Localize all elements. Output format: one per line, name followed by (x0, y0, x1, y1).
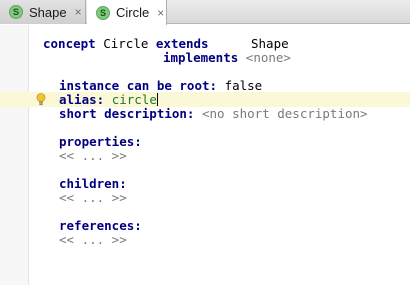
references-placeholder-text[interactable]: << ... >> (59, 232, 127, 247)
alias-line: alias: circle (59, 93, 158, 107)
extends-value[interactable]: Shape (251, 37, 289, 51)
editor-gutter (0, 25, 28, 285)
short-description-value[interactable]: <no short description> (202, 106, 368, 121)
root-label: instance can be root: (59, 78, 218, 93)
children-placeholder-text[interactable]: << ... >> (59, 190, 127, 205)
extends-value-text[interactable]: Shape (251, 36, 289, 51)
root-line: instance can be root: false (59, 79, 262, 93)
properties-label: properties: (59, 134, 142, 149)
implements-keyword: implements (163, 50, 239, 65)
short-description-line: short description: <no short description… (59, 107, 368, 121)
properties-placeholder[interactable]: << ... >> (59, 149, 127, 163)
close-icon[interactable]: × (75, 6, 82, 18)
references-label: references: (59, 218, 142, 233)
concept-keyword: concept (43, 36, 96, 51)
gutter-divider (28, 25, 29, 285)
tab-label: Shape (29, 4, 67, 20)
root-value[interactable]: false (225, 78, 263, 93)
references-section: references: (59, 219, 142, 233)
tab-label: Circle (116, 5, 150, 20)
alias-label: alias: (59, 92, 105, 107)
text-cursor (156, 93, 158, 106)
references-placeholder[interactable]: << ... >> (59, 233, 127, 247)
alias-value[interactable]: circle (112, 92, 157, 107)
properties-section: properties: (59, 135, 142, 149)
short-description-label: short description: (59, 106, 195, 121)
children-label: children: (59, 176, 127, 191)
children-placeholder[interactable]: << ... >> (59, 191, 127, 205)
properties-placeholder-text[interactable]: << ... >> (59, 148, 127, 163)
tab-circle[interactable]: S Circle × (87, 0, 167, 25)
close-icon[interactable]: × (157, 7, 164, 19)
concept-badge-icon: S (96, 5, 110, 20)
concept-editor[interactable]: concept Circle extends Shape implements … (0, 25, 410, 285)
implements-value[interactable]: <none> (246, 50, 291, 65)
editor-tab-bar: S Shape × S Circle × (0, 0, 410, 25)
concept-declaration-line: concept Circle extends (43, 37, 209, 51)
tab-shape[interactable]: S Shape × (0, 0, 86, 24)
implements-line: implements <none> (163, 51, 291, 65)
concept-name[interactable]: Circle (103, 36, 148, 51)
concept-badge-icon: S (9, 5, 23, 19)
children-section: children: (59, 177, 127, 191)
extends-keyword: extends (155, 36, 209, 51)
intention-bulb-icon[interactable] (36, 93, 46, 106)
